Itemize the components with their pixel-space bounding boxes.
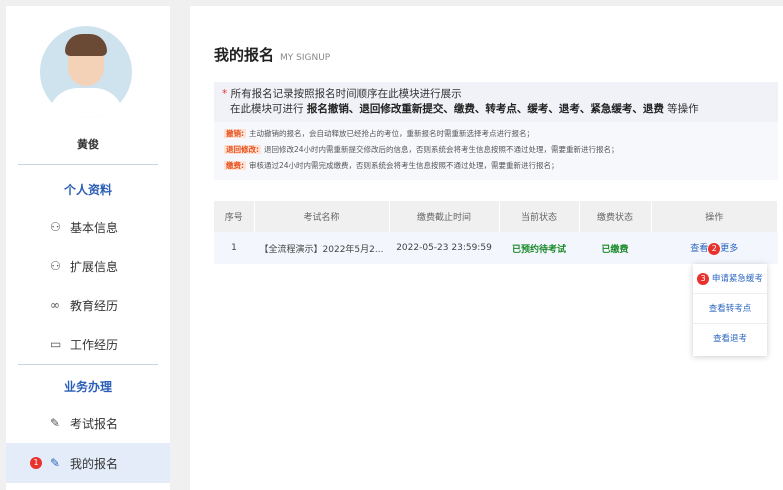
page-subtitle: MY SIGNUP — [280, 53, 331, 63]
sidebar-item-basic-info[interactable]: ⚇ 基本信息 — [6, 208, 170, 246]
menu-item-emergency-defer[interactable]: 3 申请紧急缓考 — [693, 264, 767, 294]
step-badge: 1 — [30, 457, 42, 469]
pay-status: 已缴费 — [579, 232, 651, 264]
briefcase-icon: ▭ — [50, 337, 62, 351]
view-link[interactable]: 查看 — [690, 244, 708, 254]
pencil-icon: ✎ — [50, 416, 61, 430]
avatar — [40, 26, 132, 118]
signup-table: 序号 考试名称 缴费截止时间 当前状态 缴费状态 操作 1 【全流程演示】2022年5月2… — [214, 201, 778, 264]
col-header: 缴费状态 — [579, 201, 652, 232]
col-header: 序号 — [214, 201, 255, 232]
rule: 缴费: 审核通过24小时内需完成缴费，否则系统会将考生信息按照不通过处理，需要重新… — [224, 161, 559, 170]
col-header: 缴费截止时间 — [389, 201, 500, 232]
sidebar-item-my-signup[interactable]: 1 ✎ 我的报名 — [6, 443, 170, 483]
notice: * 所有报名记录按照报名时间顺序在此模块进行展示 在此模块可进行 报名撤销、退回… — [214, 82, 778, 122]
more-dropdown: 3 申请紧急缓考 查看转考点 查看退考 — [693, 264, 767, 356]
user-icon: ⚇ — [50, 259, 61, 273]
step-badge: 2 — [708, 243, 721, 255]
more-link[interactable]: 更多 — [720, 244, 738, 254]
user-name: 黄俊 — [77, 138, 99, 151]
main-content: 我的报名 MY SIGNUP * 所有报名记录按照报名时间顺序在此模块进行展示 在… — [190, 6, 783, 490]
table-row: 1 【全流程演示】2022年5月2... 2022-05-23 23:59:59… — [214, 232, 778, 264]
sidebar-item-extended-info[interactable]: ⚇ 扩展信息 — [6, 247, 170, 285]
section-profile: 个人资料 — [63, 183, 112, 197]
menu-item-view-withdraw[interactable]: 查看退考 — [693, 324, 767, 354]
col-header: 操作 — [651, 201, 778, 232]
rules: 撤销: 主动撤销的报名，会自动释放已经抢占的考位，重新报名时需重新选择考点进行报名… — [214, 122, 778, 180]
edit-icon: ✎ — [50, 456, 61, 470]
sidebar: 黄俊 个人资料 ⚇ 基本信息 ⚇ 扩展信息 ∞ 教育经历 ▭ 工作经历 业务办理 ✎ 考试… — [6, 6, 170, 490]
exam-name: 【全流程演示】2022年5月2... — [254, 232, 389, 264]
rule: 撤销: 主动撤销的报名，会自动释放已经抢占的考位，重新报名时需重新选择考点进行报名… — [224, 129, 534, 138]
menu-item-view-transfer[interactable]: 查看转考点 — [693, 294, 767, 324]
user-icon: ⚇ — [50, 220, 61, 234]
rule: 退回修改: 退回修改24小时内需重新提交修改后的信息，否则系统会将考生信息按照不通… — [224, 145, 619, 154]
page-title: 我的报名 MY SIGNUP — [214, 46, 331, 64]
col-header: 考试名称 — [254, 201, 390, 232]
glasses-icon: ∞ — [50, 298, 60, 312]
sidebar-item-work[interactable]: ▭ 工作经历 — [6, 325, 170, 363]
col-header: 当前状态 — [499, 201, 580, 232]
status: 已预约待考试 — [499, 232, 579, 264]
step-badge: 3 — [697, 273, 710, 285]
sidebar-item-exam-signup[interactable]: ✎ 考试报名 — [6, 404, 170, 442]
sidebar-item-education[interactable]: ∞ 教育经历 — [6, 286, 170, 324]
section-business: 业务办理 — [63, 380, 112, 394]
